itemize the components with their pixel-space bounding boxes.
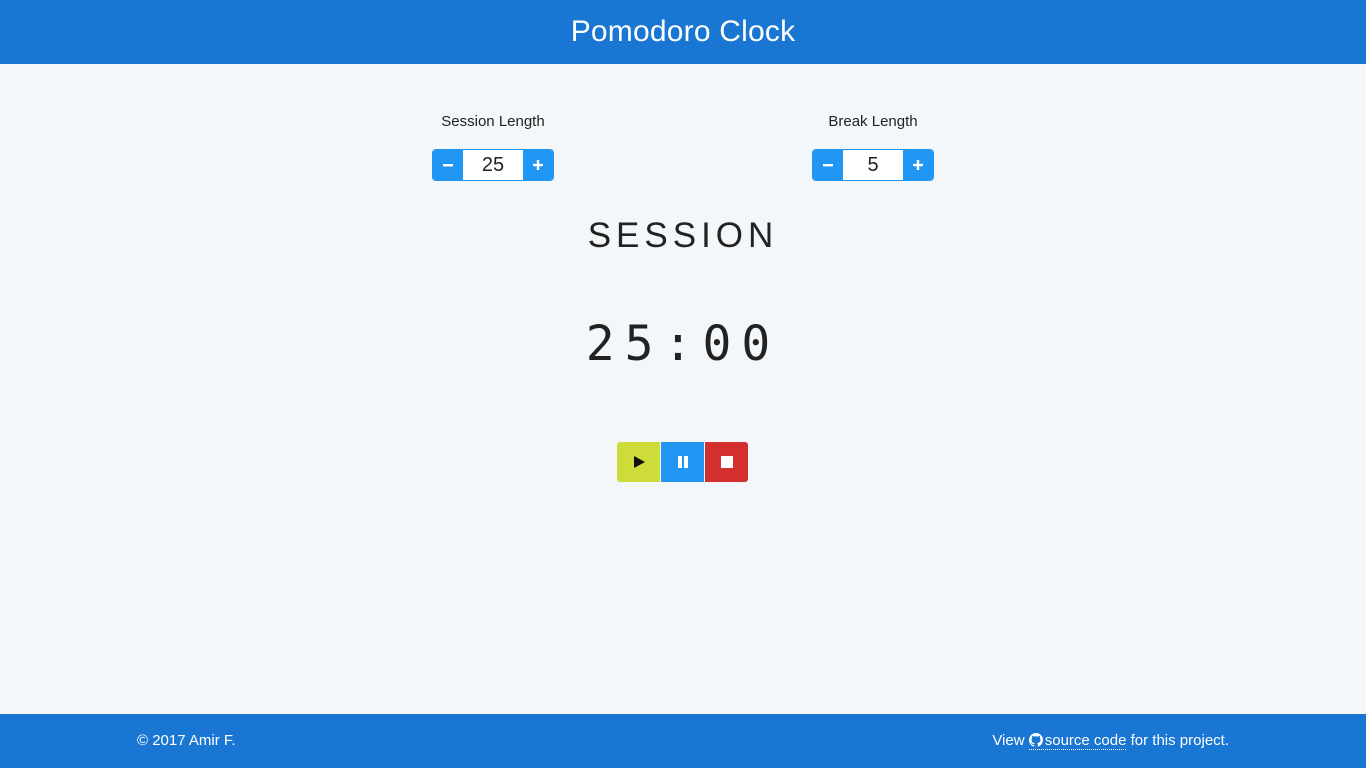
copyright-text: © 2017 Amir F. [137, 732, 236, 749]
session-length-value[interactable]: 25 [463, 150, 523, 180]
pause-button[interactable] [661, 442, 704, 482]
stop-icon [720, 456, 733, 468]
play-icon [633, 456, 645, 468]
pause-icon [677, 456, 688, 468]
break-decrement-button[interactable] [813, 150, 843, 180]
minus-icon [823, 164, 833, 167]
minus-icon [443, 164, 453, 167]
break-length-label: Break Length [828, 113, 918, 130]
plus-icon [913, 160, 923, 170]
break-increment-button[interactable] [903, 150, 933, 180]
view-suffix: for this project. [1126, 732, 1229, 749]
plus-icon [533, 160, 543, 170]
play-button[interactable] [617, 442, 660, 482]
session-increment-button[interactable] [523, 150, 553, 180]
session-decrement-button[interactable] [433, 150, 463, 180]
app-footer: © 2017 Amir F. View source code for this… [0, 714, 1366, 768]
source-code-note: View source code for this project. [992, 714, 1229, 768]
app-title: Pomodoro Clock [570, 15, 796, 48]
break-length-stepper: 5 [813, 150, 933, 180]
stop-button[interactable] [705, 442, 748, 482]
break-length-value[interactable]: 5 [843, 150, 903, 180]
session-length-stepper: 25 [433, 150, 553, 180]
github-icon [1028, 733, 1043, 747]
source-code-link-text: source code [1044, 732, 1127, 749]
timer-controls [617, 442, 748, 482]
session-length-label: Session Length [441, 113, 545, 130]
break-length-setting: Break Length 5 [813, 110, 933, 180]
timer-mode-label: SESSION [587, 216, 779, 255]
view-prefix: View [992, 732, 1029, 749]
session-length-setting: Session Length 25 [433, 110, 553, 180]
source-code-link[interactable]: source code [1028, 732, 1127, 750]
timer-display: 25:00 [585, 316, 781, 372]
app-header: Pomodoro Clock [0, 0, 1366, 64]
